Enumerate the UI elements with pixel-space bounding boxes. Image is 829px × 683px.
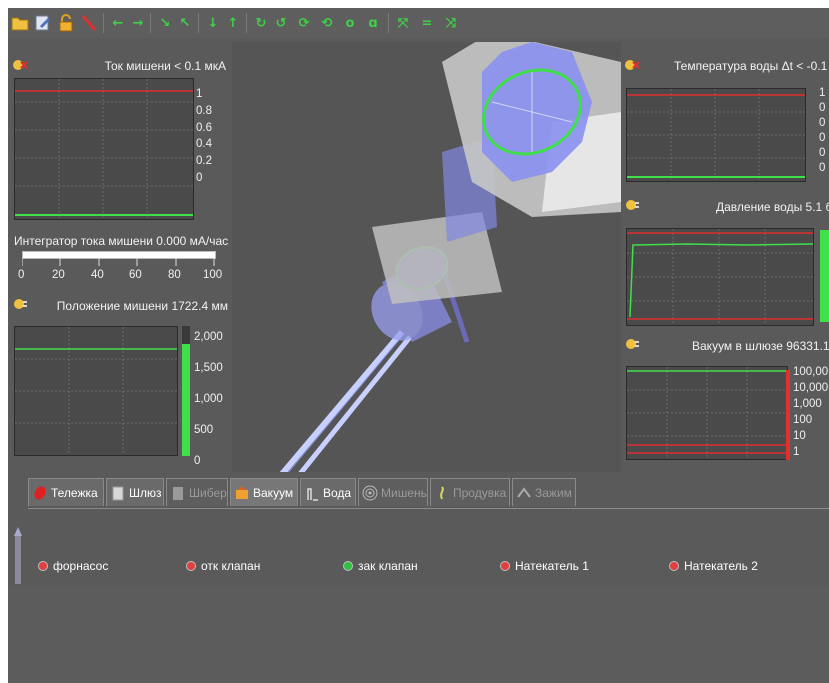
indicator-open-valve: отк клапан: [186, 559, 260, 573]
spin-left-icon[interactable]: ɑ: [364, 14, 382, 32]
water-pressure-level: [820, 230, 829, 322]
tab-clamp[interactable]: Зажим: [512, 478, 576, 506]
indicator-forepump: форнасос: [38, 559, 108, 573]
indicator-close-valve: зак клапан: [343, 559, 418, 573]
target-position-level: [182, 326, 190, 456]
tab-trolley[interactable]: Тележка: [28, 478, 104, 506]
status-dot: [669, 561, 679, 571]
target-position-axis: 2,000 1,500 1,000 500 0: [194, 331, 223, 467]
vacuum-plot: [626, 366, 788, 460]
vacuum-title: Вакуум в шлюзе 96331.1 П: [692, 339, 829, 353]
lock-icon[interactable]: [57, 14, 75, 32]
arrow-up-left-icon[interactable]: ↖: [176, 14, 194, 32]
edit-icon[interactable]: [34, 14, 52, 32]
equals-icon[interactable]: =: [418, 14, 436, 32]
open-folder-icon[interactable]: [11, 14, 29, 32]
tab-airlock[interactable]: Шлюз: [106, 478, 164, 506]
arrow-up-icon[interactable]: ↑: [224, 14, 242, 32]
water-pressure-plot: [626, 228, 814, 326]
trolley-icon: [32, 485, 48, 501]
airlock-icon: [110, 485, 126, 501]
vacuum-tab-content: [28, 508, 829, 587]
water-temp-plot: [626, 88, 806, 182]
status-dot: [38, 561, 48, 571]
expand-icon[interactable]: ⤨: [442, 14, 460, 32]
vacuum-icon: [234, 485, 250, 501]
toolbar: ← → ↘ ↖ ↓ ↑ ↻ ↺ ⟳ ⟲ o ɑ ⤧ = ⤨: [8, 8, 829, 38]
gate-valve-icon: [170, 485, 186, 501]
status-dot: [500, 561, 510, 571]
water-temp-title: Температура воды Δt < -0.1 °: [674, 59, 829, 73]
target-position-title: Положение мишени 1722.4 мм: [56, 299, 228, 313]
empty-area: [8, 586, 829, 683]
target-current-plot: [14, 78, 194, 220]
target-current-axis: 1 0.8 0.6 0.4 0.2 0: [196, 88, 212, 184]
disconnect-icon: [13, 60, 28, 70]
spin-right-icon[interactable]: o: [341, 14, 359, 32]
status-dot: [186, 561, 196, 571]
indicator-leak-valve-1: Натекатель 1: [500, 559, 589, 573]
plug-icon: [626, 200, 639, 210]
arrow-left-icon[interactable]: ←: [109, 14, 127, 32]
pump-icon: [14, 527, 22, 584]
pencil-icon[interactable]: [80, 14, 98, 32]
plug-icon: [626, 339, 639, 349]
vacuum-axis: 100,00 10,000 1,000 100 10 1: [793, 366, 829, 458]
integrator-ticks: 0 20 40 60 80 100: [18, 269, 223, 281]
tab-vacuum[interactable]: Вакуум: [230, 478, 298, 506]
tab-target[interactable]: Мишень: [358, 478, 428, 506]
water-pressure-title: Давление воды 5.1 ба: [716, 200, 829, 214]
rotate-left-icon[interactable]: ↻: [252, 14, 270, 32]
water-icon: [304, 485, 320, 501]
target-current-title: Ток мишени < 0.1 мкА: [104, 59, 226, 73]
disconnect-icon: [625, 60, 640, 70]
integrator-scale: [22, 258, 215, 266]
tab-purge[interactable]: Продувка: [430, 478, 510, 506]
indicator-leak-valve-2: Натекатель 2: [669, 559, 758, 573]
rotate-ccw-icon[interactable]: ⟲: [318, 14, 336, 32]
target-position-plot: [14, 326, 178, 456]
arrow-down-icon[interactable]: ↓: [204, 14, 222, 32]
3d-viewport[interactable]: [232, 42, 621, 472]
tab-gate-valve[interactable]: Шибер: [166, 478, 228, 506]
tab-water[interactable]: Вода: [300, 478, 356, 506]
arrow-down-left-icon[interactable]: ↘: [156, 14, 174, 32]
rotate-cw-icon[interactable]: ⟳: [295, 14, 313, 32]
water-temp-axis: 1 0 0 0 0 0: [819, 87, 826, 174]
arrow-right-icon[interactable]: →: [129, 14, 147, 32]
vacuum-level: [786, 370, 790, 460]
purge-icon: [434, 485, 450, 501]
target-icon: [362, 485, 378, 501]
status-dot: [343, 561, 353, 571]
integrator-label: Интегратор тока мишени 0.000 мА/час: [14, 234, 229, 248]
collapse-icon[interactable]: ⤧: [394, 14, 412, 32]
app-window: ← → ↘ ↖ ↓ ↑ ↻ ↺ ⟳ ⟲ o ɑ ⤧ = ⤨ Ток мишени…: [8, 8, 829, 683]
clamp-icon: [516, 485, 532, 501]
rotate-right-icon[interactable]: ↺: [272, 14, 290, 32]
plug-icon: [14, 299, 27, 309]
